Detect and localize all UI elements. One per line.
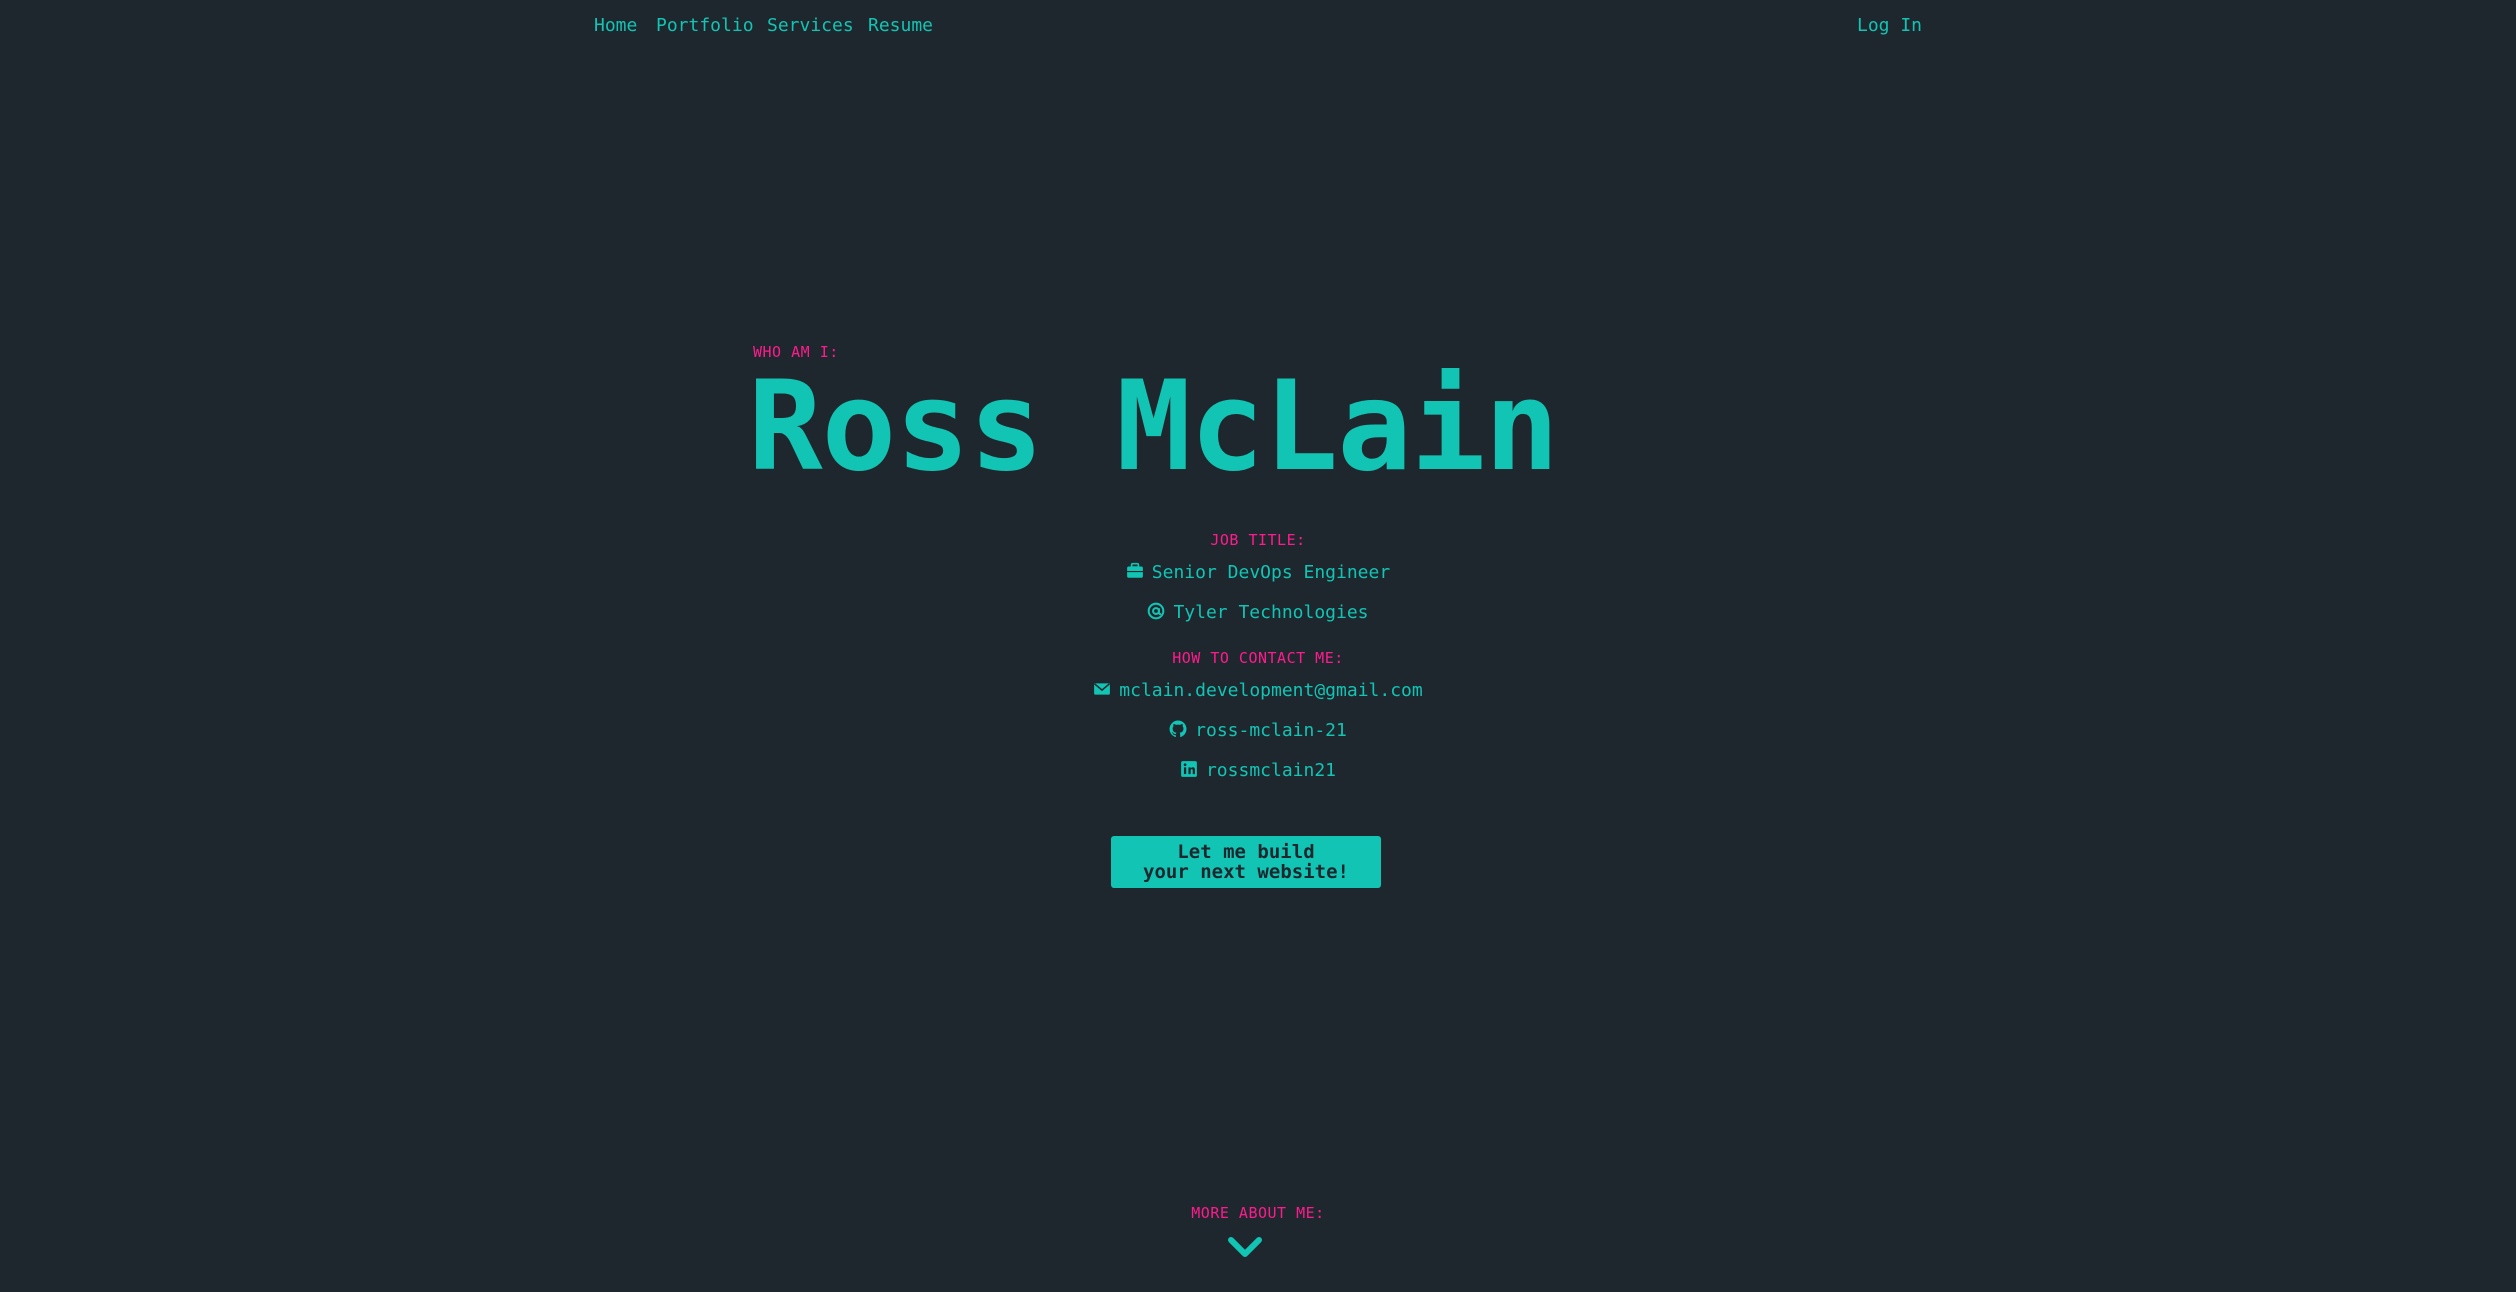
- chevron-down-icon[interactable]: [1227, 1234, 1263, 1260]
- nav-resume-link[interactable]: Resume: [868, 12, 933, 40]
- hero-name: Ross McLain: [748, 355, 1559, 499]
- linkedin-icon: [1181, 761, 1197, 777]
- nav-services-link[interactable]: Services: [767, 12, 854, 40]
- envelope-icon: [1094, 683, 1111, 695]
- contact-label: HOW TO CONTACT ME:: [1172, 649, 1344, 667]
- email-link[interactable]: mclain.development@gmail.com: [1119, 680, 1422, 701]
- briefcase-icon: [1126, 562, 1143, 578]
- nav-portfolio-link[interactable]: Portfolio: [656, 12, 754, 40]
- more-about-me-label: MORE ABOUT ME:: [1191, 1204, 1325, 1222]
- github-icon: [1169, 720, 1187, 738]
- company-row: Tyler Technologies: [0, 600, 2516, 626]
- build-website-button[interactable]: Let me build your next website!: [1111, 836, 1381, 888]
- cta-line-2: your next website!: [1143, 861, 1349, 883]
- job-title-label: JOB TITLE:: [1210, 531, 1306, 549]
- company-text: Tyler Technologies: [1173, 602, 1369, 623]
- github-row: ross-mclain-21: [0, 718, 2516, 744]
- email-row: mclain.development@gmail.com: [0, 678, 2516, 704]
- login-link[interactable]: Log In: [1857, 12, 1922, 40]
- nav-home-link[interactable]: Home: [594, 12, 637, 40]
- linkedin-link[interactable]: rossmclain21: [1206, 760, 1336, 781]
- cta-line-1: Let me build: [1177, 841, 1315, 863]
- page: Home Portfolio Services Resume Log In WH…: [0, 0, 2516, 1292]
- job-title-text: Senior DevOps Engineer: [1151, 562, 1391, 583]
- linkedin-row: rossmclain21: [0, 758, 2516, 784]
- job-title-row: Senior DevOps Engineer: [0, 560, 2516, 586]
- top-nav: Home Portfolio Services Resume Log In: [594, 12, 2516, 40]
- at-sign-icon: [1148, 602, 1165, 620]
- github-link[interactable]: ross-mclain-21: [1195, 720, 1347, 741]
